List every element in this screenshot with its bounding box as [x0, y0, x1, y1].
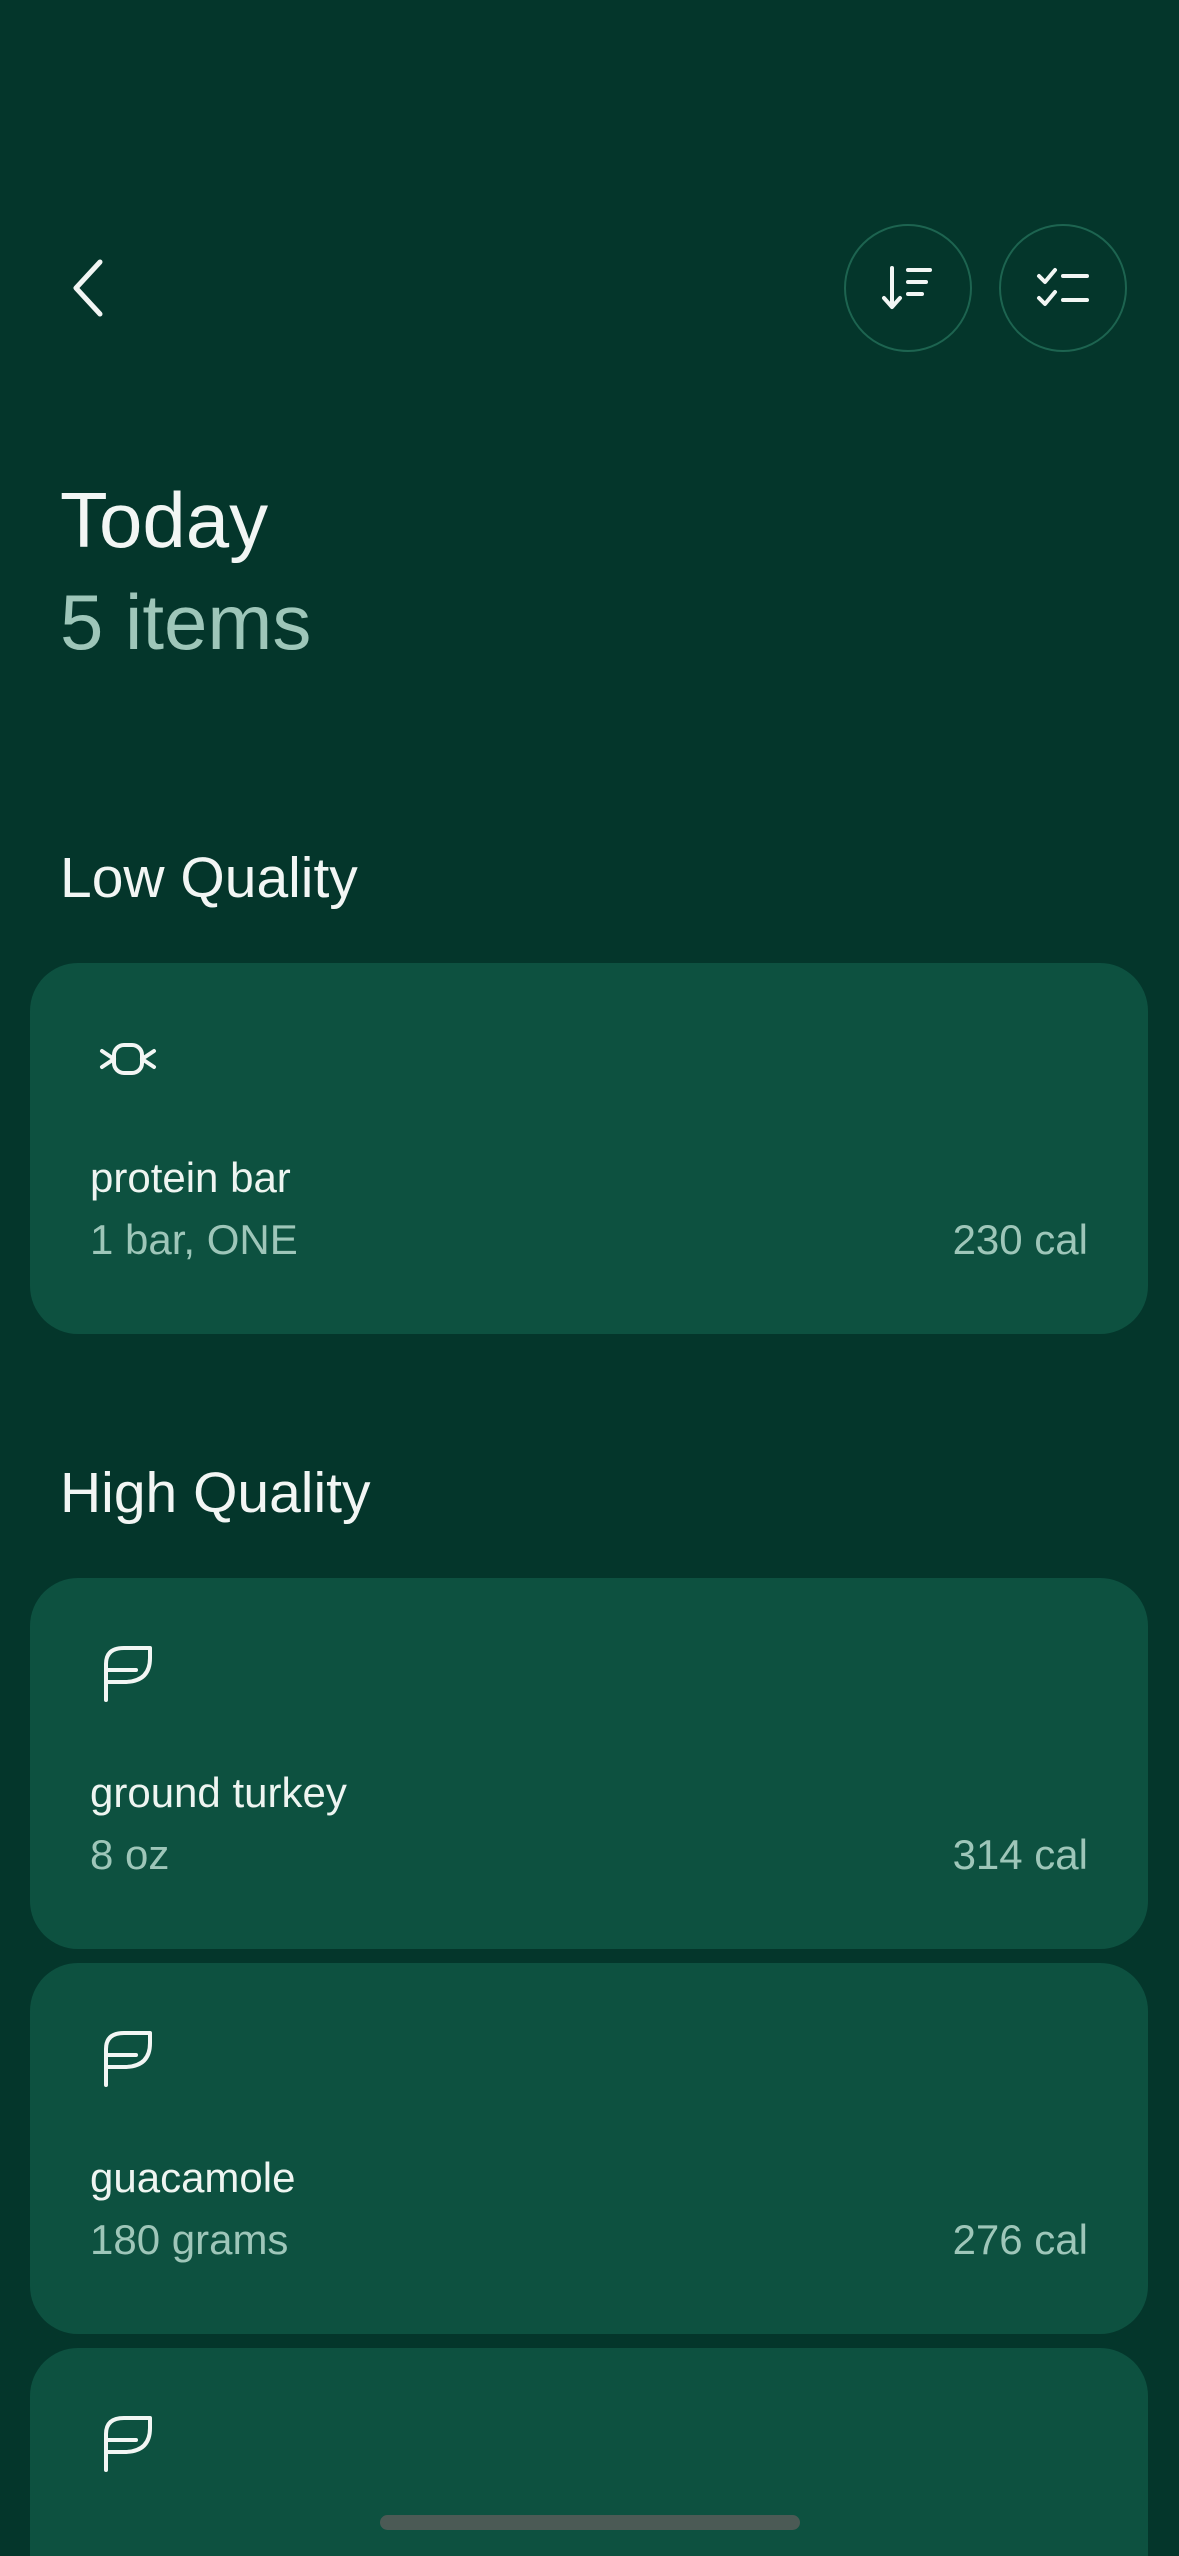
leaf-icon [104, 1646, 152, 1702]
food-calories: 276 cal [952, 2216, 1088, 2263]
food-name: ground turkey [90, 1769, 347, 1816]
item-count: 5 items [60, 578, 312, 666]
food-calories: 314 cal [952, 1831, 1088, 1878]
food-serving: 1 bar, ONE [90, 1216, 298, 1263]
food-name: protein bar [90, 1154, 291, 1201]
chevron-left-icon [73, 259, 103, 317]
food-serving: 180 grams [90, 2216, 289, 2263]
food-item-card[interactable]: protein bar 1 bar, ONE 230 cal [30, 963, 1148, 1334]
checklist-icon [1037, 268, 1089, 306]
page-title: Today [60, 476, 269, 564]
section-heading-low-quality: Low Quality [60, 846, 358, 910]
food-calories: 230 cal [952, 1216, 1088, 1263]
select-items-button[interactable] [999, 224, 1127, 352]
home-indicator[interactable] [380, 2515, 800, 2530]
leaf-icon [104, 2031, 152, 2087]
candy-icon [100, 1043, 156, 1075]
leaf-icon [104, 2416, 152, 2472]
food-serving: 8 oz [90, 1831, 170, 1878]
back-button[interactable] [52, 252, 124, 324]
food-item-card[interactable]: guacamole 180 grams 276 cal [30, 1963, 1148, 2334]
sort-button[interactable] [844, 224, 972, 352]
food-item-card[interactable]: ground turkey 8 oz 314 cal [30, 1578, 1148, 1949]
food-name: guacamole [90, 2154, 296, 2201]
sort-descending-icon [882, 266, 932, 309]
section-heading-high-quality: High Quality [60, 1461, 371, 1525]
